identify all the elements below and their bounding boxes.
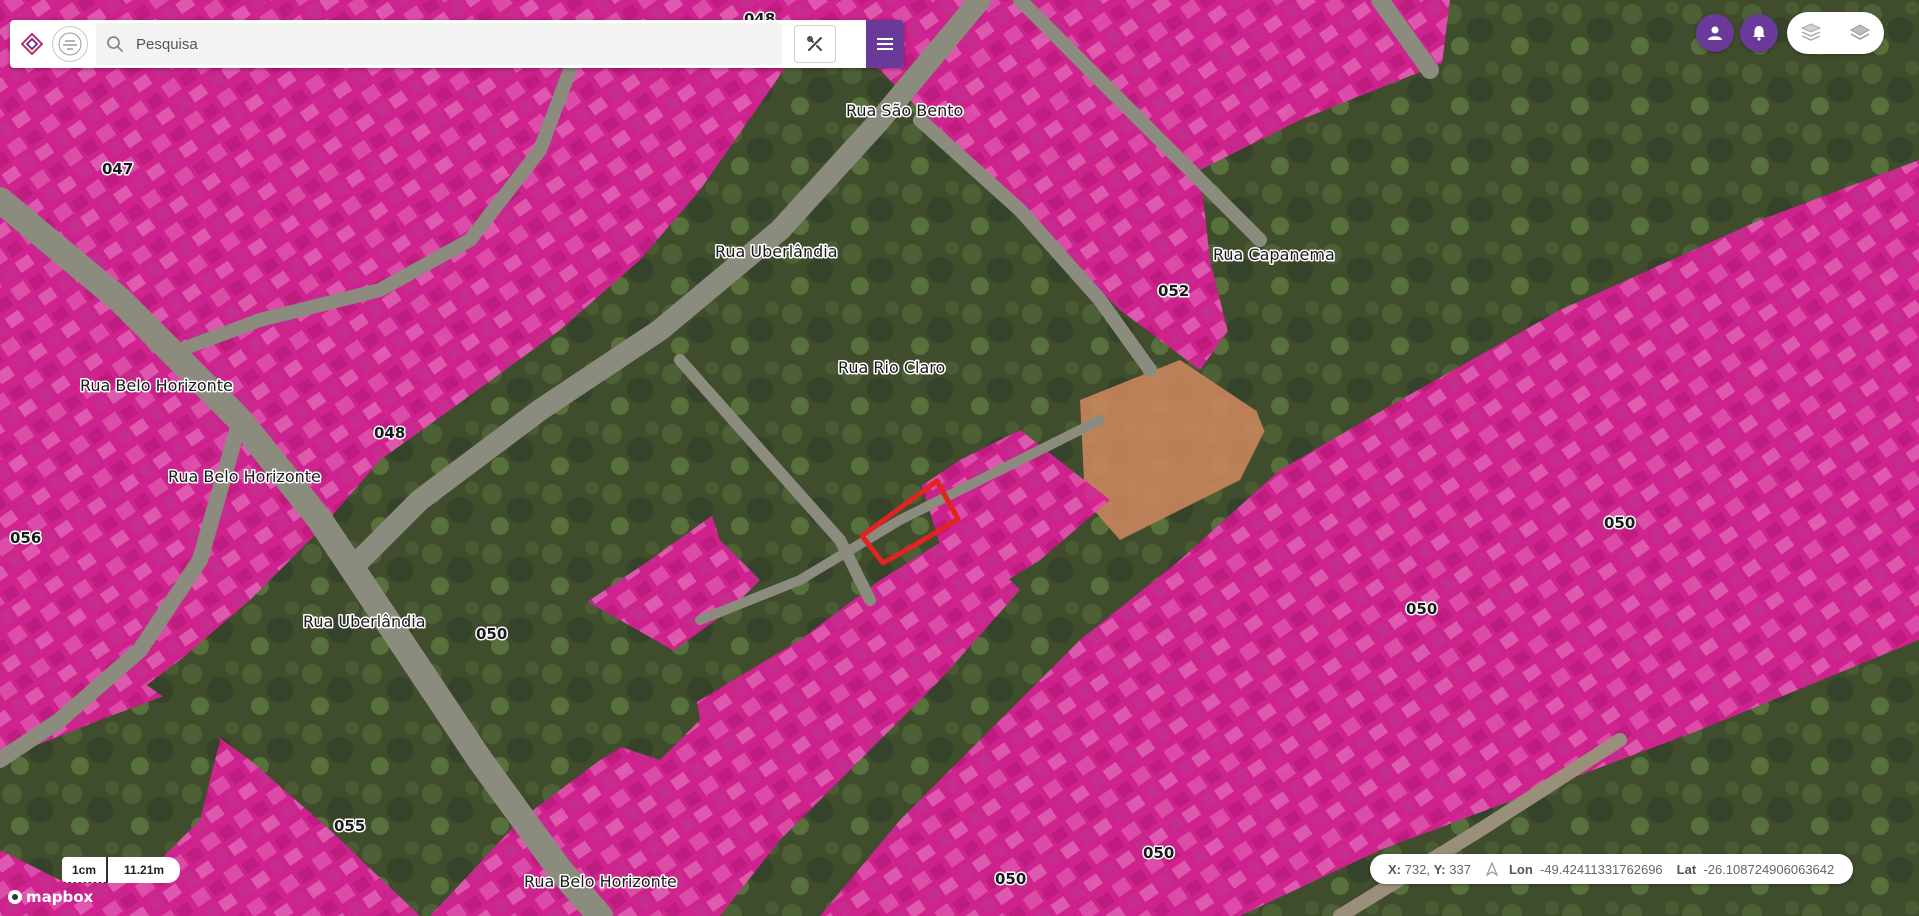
street-label: Rua Capanema: [1213, 245, 1335, 264]
user-button[interactable]: [1696, 14, 1734, 52]
lot-label: 048: [374, 424, 405, 442]
street-label: Rua Belo Horizonte: [168, 467, 321, 486]
street-label: Rua Uberlândia: [303, 612, 426, 631]
street-label: Rua Uberlândia: [715, 242, 838, 261]
lot-label: 050: [995, 870, 1026, 888]
scale-distance: 11.21m: [106, 857, 181, 883]
menu-button[interactable]: [866, 20, 904, 68]
street-label: Rua Belo Horizonte: [80, 376, 233, 395]
notifications-button[interactable]: [1740, 14, 1778, 52]
x-label: X:: [1388, 861, 1401, 877]
lon-value: -49.42411331762696: [1540, 861, 1663, 877]
search-input[interactable]: [134, 34, 782, 54]
layers-3d-button[interactable]: [1796, 18, 1826, 48]
lot-label: 056: [10, 529, 41, 547]
layers-button[interactable]: [1845, 18, 1875, 48]
menu-icon: [877, 38, 893, 50]
lot-label: 052: [1158, 282, 1189, 300]
mapbox-wordmark: mapbox: [26, 888, 94, 906]
scale-unit: 1cm: [62, 857, 107, 883]
tools-button[interactable]: [794, 25, 836, 63]
lat-value: -26.108724906063642: [1703, 861, 1835, 877]
logo-seal-icon[interactable]: [52, 26, 88, 62]
scale-bar: 1cm 11.21m: [62, 857, 181, 883]
street-label: Rua Belo Horizonte: [524, 872, 677, 891]
navigation-arrow-icon: [1485, 862, 1499, 876]
y-value: 337: [1449, 861, 1471, 877]
map-canvas[interactable]: Rua São Bento Rua Uberlândia Rua Capanem…: [0, 0, 1919, 916]
lot-label: 050: [476, 625, 507, 643]
lot-label: 055: [334, 817, 365, 835]
lot-label: 047: [102, 160, 133, 178]
mapbox-icon: [8, 890, 22, 904]
layers-3d-icon: [1801, 23, 1822, 41]
user-icon: [1708, 26, 1722, 40]
search-icon: [107, 36, 123, 52]
coordinates-readout: X: 732, Y: 337 Lon -49.42411331762696 La…: [1370, 854, 1853, 884]
y-label: Y:: [1433, 861, 1446, 877]
logo-diamond-icon[interactable]: [18, 30, 46, 58]
mapbox-logo[interactable]: mapbox: [8, 887, 93, 907]
street-label: Rua São Bento: [846, 101, 963, 120]
tools-icon: [807, 36, 822, 51]
street-label: Rua Rio Claro: [838, 358, 945, 377]
lon-label: Lon: [1508, 861, 1533, 877]
lat-label: Lat: [1676, 861, 1697, 877]
lot-label: 050: [1143, 844, 1174, 862]
lot-label: 050: [1406, 600, 1437, 618]
bell-icon: [1753, 26, 1765, 41]
layers-control: [1787, 12, 1884, 54]
search-bar: [10, 20, 904, 68]
x-value: 732: [1404, 861, 1427, 877]
search-field[interactable]: [96, 23, 782, 65]
lot-label: 050: [1604, 514, 1635, 532]
layers-icon: [1849, 24, 1870, 40]
